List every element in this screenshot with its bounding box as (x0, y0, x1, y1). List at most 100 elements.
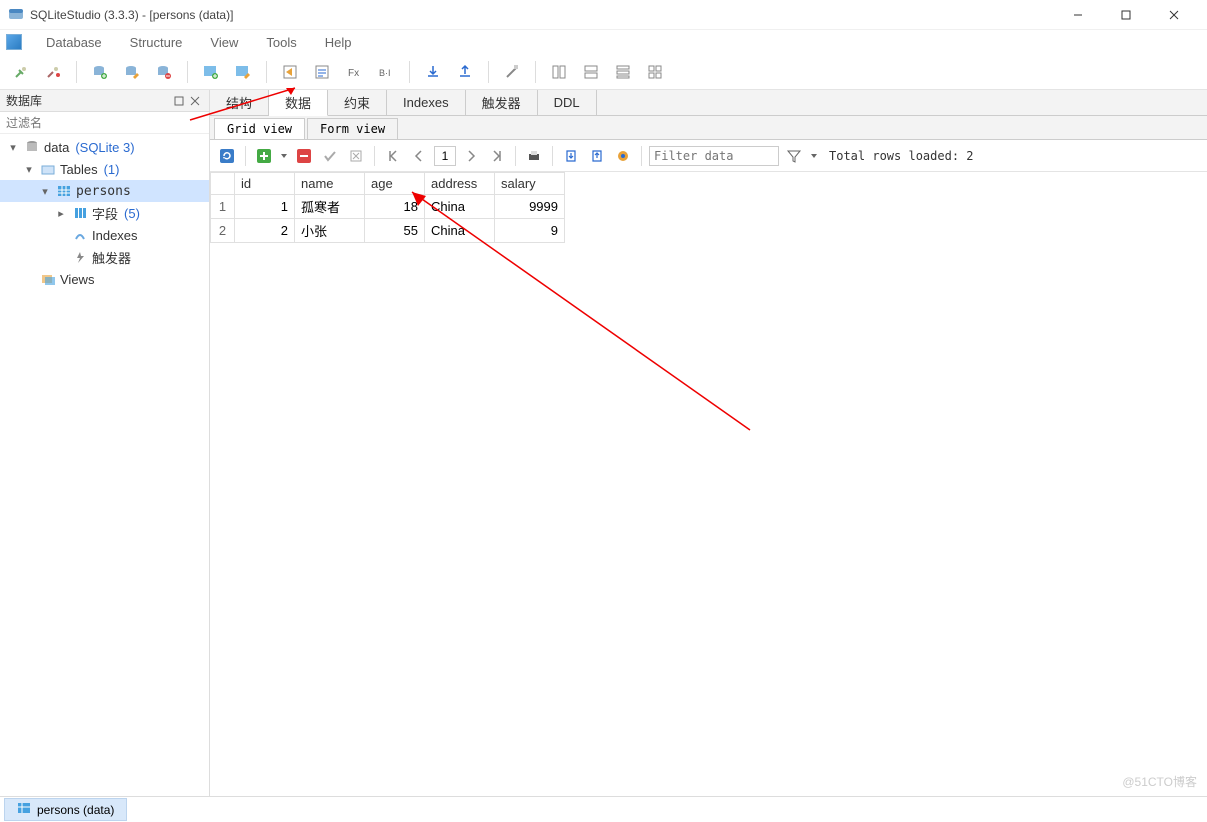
tab-data[interactable]: 数据 (269, 90, 328, 116)
import-icon[interactable] (420, 59, 446, 85)
cell-id[interactable]: 2 (235, 219, 295, 243)
subtab-grid-view[interactable]: Grid view (214, 118, 305, 139)
restore-panel-icon[interactable] (171, 93, 187, 109)
row-number: 1 (211, 195, 235, 219)
cell-id[interactable]: 1 (235, 195, 295, 219)
filter-dropdown-icon[interactable] (809, 145, 819, 167)
layout3-icon[interactable] (610, 59, 636, 85)
table-icon (56, 183, 72, 199)
edit-db-icon[interactable] (119, 59, 145, 85)
print-icon[interactable] (523, 145, 545, 167)
tree-views-node[interactable]: Views (0, 268, 209, 290)
col-name[interactable]: name (295, 173, 365, 195)
rows-loaded-status: Total rows loaded: 2 (829, 149, 974, 163)
tables-count: (1) (104, 162, 120, 177)
menu-tools[interactable]: Tools (252, 32, 310, 53)
page-number-input[interactable] (434, 146, 456, 166)
sidebar-filter-input[interactable] (0, 112, 209, 133)
main-panel: 结构 数据 约束 Indexes 触发器 DDL Grid view Form … (210, 90, 1207, 796)
menu-help[interactable]: Help (311, 32, 366, 53)
commit-icon[interactable] (319, 145, 341, 167)
columns-icon (72, 205, 88, 221)
title-bar: SQLiteStudio (3.3.3) - [persons (data)] (0, 0, 1207, 30)
remove-db-icon[interactable] (151, 59, 177, 85)
sidebar-title: 数据库 (6, 92, 42, 109)
tree-indexes-node[interactable]: Indexes (0, 224, 209, 246)
delete-row-icon[interactable] (293, 145, 315, 167)
filter-icon[interactable] (783, 145, 805, 167)
import-data-icon[interactable] (560, 145, 582, 167)
history-icon[interactable] (309, 59, 335, 85)
col-salary[interactable]: salary (495, 173, 565, 195)
document-tab[interactable]: persons (data) (4, 798, 127, 821)
table-row[interactable]: 2 2 小张 55 China 9 (211, 219, 565, 243)
tab-indexes[interactable]: Indexes (387, 90, 466, 115)
tree-triggers-node[interactable]: 触发器 (0, 246, 209, 268)
populate-icon[interactable] (612, 145, 634, 167)
tree-fields-node[interactable]: ▸ 字段 (5) (0, 202, 209, 224)
col-id[interactable]: id (235, 173, 295, 195)
tab-ddl[interactable]: DDL (538, 90, 597, 115)
fields-count: (5) (124, 206, 140, 221)
data-toolbar: Total rows loaded: 2 (210, 140, 1207, 172)
rollback-icon[interactable] (345, 145, 367, 167)
refresh-icon[interactable] (216, 145, 238, 167)
col-age[interactable]: age (365, 173, 425, 195)
row-number: 2 (211, 219, 235, 243)
layout2-icon[interactable] (578, 59, 604, 85)
first-page-icon[interactable] (382, 145, 404, 167)
view-tabs: Grid view Form view (210, 116, 1207, 140)
database-tree[interactable]: ▾ data (SQLite 3) ▾ Tables (1) ▾ persons… (0, 134, 209, 796)
close-panel-icon[interactable] (187, 93, 203, 109)
svg-text:Fx: Fx (348, 68, 359, 79)
close-button[interactable] (1159, 0, 1189, 30)
add-row-dropdown-icon[interactable] (279, 145, 289, 167)
fx-icon[interactable]: Fx (341, 59, 367, 85)
sql-editor-icon[interactable] (277, 59, 303, 85)
minimize-button[interactable] (1063, 0, 1093, 30)
cell-age[interactable]: 18 (365, 195, 425, 219)
fields-label: 字段 (92, 204, 118, 223)
binary-icon[interactable]: B·I (373, 59, 399, 85)
folder-icon (40, 161, 56, 177)
last-page-icon[interactable] (486, 145, 508, 167)
add-db-icon[interactable] (87, 59, 113, 85)
col-address[interactable]: address (425, 173, 495, 195)
tab-constraints[interactable]: 约束 (328, 90, 387, 115)
tree-db-node[interactable]: ▾ data (SQLite 3) (0, 136, 209, 158)
table-row[interactable]: 1 1 孤寒者 18 China 9999 (211, 195, 565, 219)
menu-database[interactable]: Database (32, 32, 116, 53)
edit-table-icon[interactable] (230, 59, 256, 85)
cell-age[interactable]: 55 (365, 219, 425, 243)
tab-structure[interactable]: 结构 (210, 90, 269, 115)
prev-page-icon[interactable] (408, 145, 430, 167)
svg-text:B·I: B·I (379, 68, 391, 78)
settings-icon[interactable] (499, 59, 525, 85)
menu-structure[interactable]: Structure (116, 32, 197, 53)
subtab-form-view[interactable]: Form view (307, 118, 398, 139)
export-icon[interactable] (452, 59, 478, 85)
cell-name[interactable]: 小张 (295, 219, 365, 243)
maximize-button[interactable] (1111, 0, 1141, 30)
database-sidebar: 数据库 ▾ data (SQLite 3) ▾ Tables (1) ▾ (0, 90, 210, 796)
new-table-icon[interactable] (198, 59, 224, 85)
tab-triggers[interactable]: 触发器 (466, 90, 538, 115)
connect-icon[interactable] (8, 59, 34, 85)
tree-tables-node[interactable]: ▾ Tables (1) (0, 158, 209, 180)
next-page-icon[interactable] (460, 145, 482, 167)
cell-address[interactable]: China (425, 219, 495, 243)
layout4-icon[interactable] (642, 59, 668, 85)
disconnect-icon[interactable] (40, 59, 66, 85)
menu-bar: Database Structure View Tools Help (0, 30, 1207, 54)
cell-name[interactable]: 孤寒者 (295, 195, 365, 219)
data-grid[interactable]: id name age address salary 1 1 孤寒者 18 Ch… (210, 172, 1207, 796)
export-data-icon[interactable] (586, 145, 608, 167)
layout1-icon[interactable] (546, 59, 572, 85)
cell-salary[interactable]: 9999 (495, 195, 565, 219)
cell-salary[interactable]: 9 (495, 219, 565, 243)
tree-table-persons[interactable]: ▾ persons (0, 180, 209, 202)
add-row-icon[interactable] (253, 145, 275, 167)
menu-view[interactable]: View (196, 32, 252, 53)
cell-address[interactable]: China (425, 195, 495, 219)
filter-data-input[interactable] (649, 146, 779, 166)
